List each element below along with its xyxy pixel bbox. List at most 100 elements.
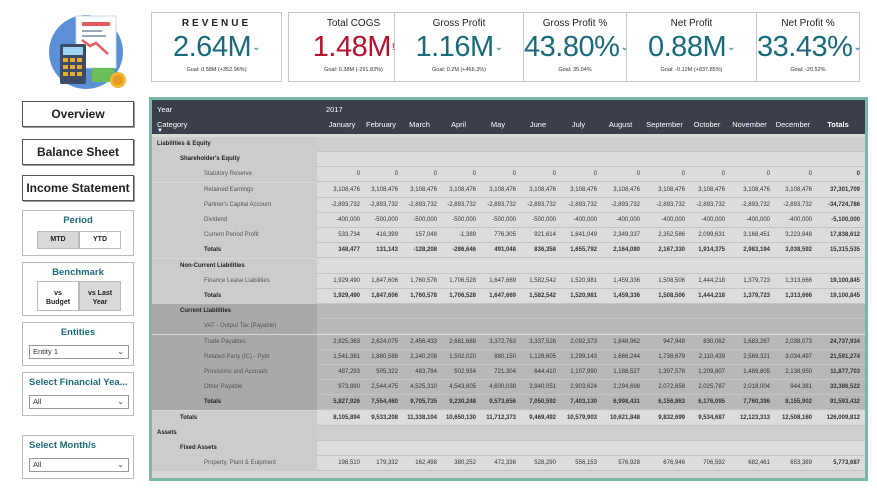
kpi-value: 33.43%⌄ [757,31,862,63]
month-slicer: Select Month/s All ⌄ [22,435,134,479]
table-cell: 7,760,396 [743,399,770,406]
table-cell: 676,946 [663,460,685,467]
kpi-card-revenue[interactable]: REVENUE 2.64M⌄ Goal: 0.58M (+352.96%) [151,12,282,82]
table-cell: 1,313,666 [785,293,812,299]
matrix-column-header[interactable]: December [772,120,814,129]
income-statement-button[interactable]: Income Statement [22,175,134,201]
table-cell: -2,893,732 [369,201,398,208]
row-label: Partner's Capital Account [152,197,317,213]
table-cell: 1,379,723 [743,277,770,284]
table-row[interactable]: Statutory Reserve 0 0 0 0 0 0 0 0 0 0 0 0 0 [152,167,865,183]
table-row[interactable]: Partner's Capital Account -2,893,732 -2,89… [152,197,865,213]
kpi-card-gross-profit-pct[interactable]: Gross Profit % 43.80%⌄ Goal: 35.04% [523,12,629,82]
table-row[interactable]: Finance Lease Liabilities 1,929,490 1,847,… [152,273,865,289]
matrix-column-header[interactable]: October [687,120,727,129]
month-dropdown[interactable]: All ⌄ [29,458,129,472]
table-row[interactable]: Other Payable 973,890 2,544,475 4,525,310 4,… [152,380,865,396]
row-label: Trade Payables [152,334,317,350]
table-cell: 1,929,490 [333,293,360,299]
table-cell [558,319,597,334]
table-cell: 1,647,669 [489,293,516,299]
table-row[interactable]: Totals 1,929,490 1,847,606 1,760,578 1,706,5… [152,289,865,304]
matrix-column-header[interactable]: April [439,120,478,129]
table-row[interactable]: Retained Earnings 3,108,476 3,108,476 3,108… [152,182,865,198]
matrix-column-header[interactable]: September [642,120,687,129]
kpi-card-gross-profit[interactable]: Gross Profit 1.16M⌄ Goal: 0.2M (+466.3%) [394,12,524,82]
table-cell: 3,168,451 [743,232,770,239]
table-cell: 1,299,143 [570,353,597,360]
table-cell: 505,322 [376,369,398,375]
table-cell: 0 [681,171,685,178]
table-cell: -286,646 [452,247,476,254]
table-row[interactable]: Related Party (IC) - Pybl 1,541,381 1,880,… [152,349,865,365]
table-cell: 0 [856,171,860,178]
table-cell: 24,737,934 [829,338,860,345]
matrix-column-header[interactable]: November [727,120,772,129]
table-row[interactable]: Totals 8,105,894 9,533,208 11,338,104 10,650… [152,410,865,426]
table-cell [400,319,437,334]
period-ytd-button[interactable]: YTD [79,231,121,249]
table-row[interactable]: Current Period Profit 533,734 416,399 157,0… [152,228,865,244]
matrix-column-header[interactable]: February [362,120,400,129]
table-row[interactable]: Provisions and Accruals 487,293 505,322 483… [152,365,865,380]
matrix-column-header[interactable]: March [400,120,439,129]
table-cell: 0 [512,171,516,178]
table-row[interactable]: Assets [152,425,865,441]
table-row[interactable]: Trade Payables 2,825,363 2,624,075 2,456,43… [152,334,865,350]
table-cell: 3,108,476 [529,186,556,193]
table-cell: -2,893,732 [783,201,812,208]
table-row[interactable]: Current Liabilities [152,304,865,320]
table-row[interactable]: Fixed Assets [152,441,865,456]
matrix-column-header[interactable]: May [478,120,518,129]
entities-dropdown[interactable]: Entity 1 ⌄ [29,345,129,359]
row-label: Current Liabilities [152,304,317,320]
balance-sheet-matrix[interactable]: Year 2017 Category ▼ January February Marc… [149,97,868,481]
matrix-column-header[interactable]: June [518,120,558,129]
table-cell [814,319,860,334]
kpi-card-net-profit-pct[interactable]: Net Profit % 33.43%⌄ Goal: -20.52% [756,12,862,82]
kpi-title: REVENUE [181,18,252,29]
chevron-down-icon: ⌄ [853,42,862,54]
table-cell: -400,000 [788,217,812,223]
period-mtd-button[interactable]: MTD [37,231,79,249]
table-cell: 3,108,476 [698,186,725,193]
table-cell: -5,100,000 [831,217,860,223]
table-cell: 198,510 [338,460,360,467]
table-cell: 1,647,669 [489,277,516,284]
table-cell: 1,666,244 [613,353,640,360]
table-cell: 491,048 [494,247,516,254]
table-cell [518,319,556,334]
benchmark-vs-budget-button[interactable]: vs Budget [37,281,79,311]
kpi-title: Net Profit [670,18,713,29]
table-cell: 7,050,592 [529,399,556,406]
table-cell: 1,683,267 [743,338,770,345]
table-cell: 37,301,709 [829,186,860,193]
table-row[interactable]: VAT - Output Tax (Payable) [152,319,865,335]
kpi-card-net-profit[interactable]: Net Profit 0.88M⌄ Goal: -0.12M (+837.85%… [626,12,757,82]
benchmark-vs-last-year-button[interactable]: vs Last Year [79,281,121,311]
table-cell: 0 [394,171,398,178]
table-cell: 3,108,476 [449,186,476,193]
matrix-column-header[interactable]: July [558,120,599,129]
table-cell: 1,880,588 [371,353,398,360]
table-cell: 4,543,605 [449,384,476,391]
table-row[interactable]: Property, Plant & Euipment 198,510 179,332… [152,456,865,472]
financial-year-dropdown[interactable]: All ⌄ [29,395,129,409]
table-cell: 1,107,990 [570,369,597,375]
matrix-column-header[interactable]: Totals [814,120,862,129]
table-row[interactable]: Totals 348,477 131,143 -128,208 -286,646 491,… [152,243,865,259]
table-row[interactable]: Liabilities & Equity [152,137,865,152]
overview-button[interactable]: Overview [22,101,134,127]
sort-down-icon[interactable]: ▼ [157,128,163,134]
matrix-column-header[interactable]: August [599,120,642,129]
table-row[interactable]: Totals 5,827,926 7,554,460 9,705,735 9,230,2… [152,395,865,411]
matrix-column-header[interactable]: January [322,120,362,129]
balance-sheet-button[interactable]: Balance Sheet [22,139,134,165]
table-cell: 3,337,526 [529,338,556,345]
table-cell: 3,372,763 [489,338,516,345]
table-row[interactable]: Non-Current Liabilities [152,258,865,274]
table-row[interactable]: Dividend -400,000 -500,000 -500,000 -500,000… [152,213,865,228]
row-label: Fixed Assets [152,441,317,456]
matrix-year-label: Year [157,105,173,114]
table-row[interactable]: Shareholder's Equity [152,152,865,168]
